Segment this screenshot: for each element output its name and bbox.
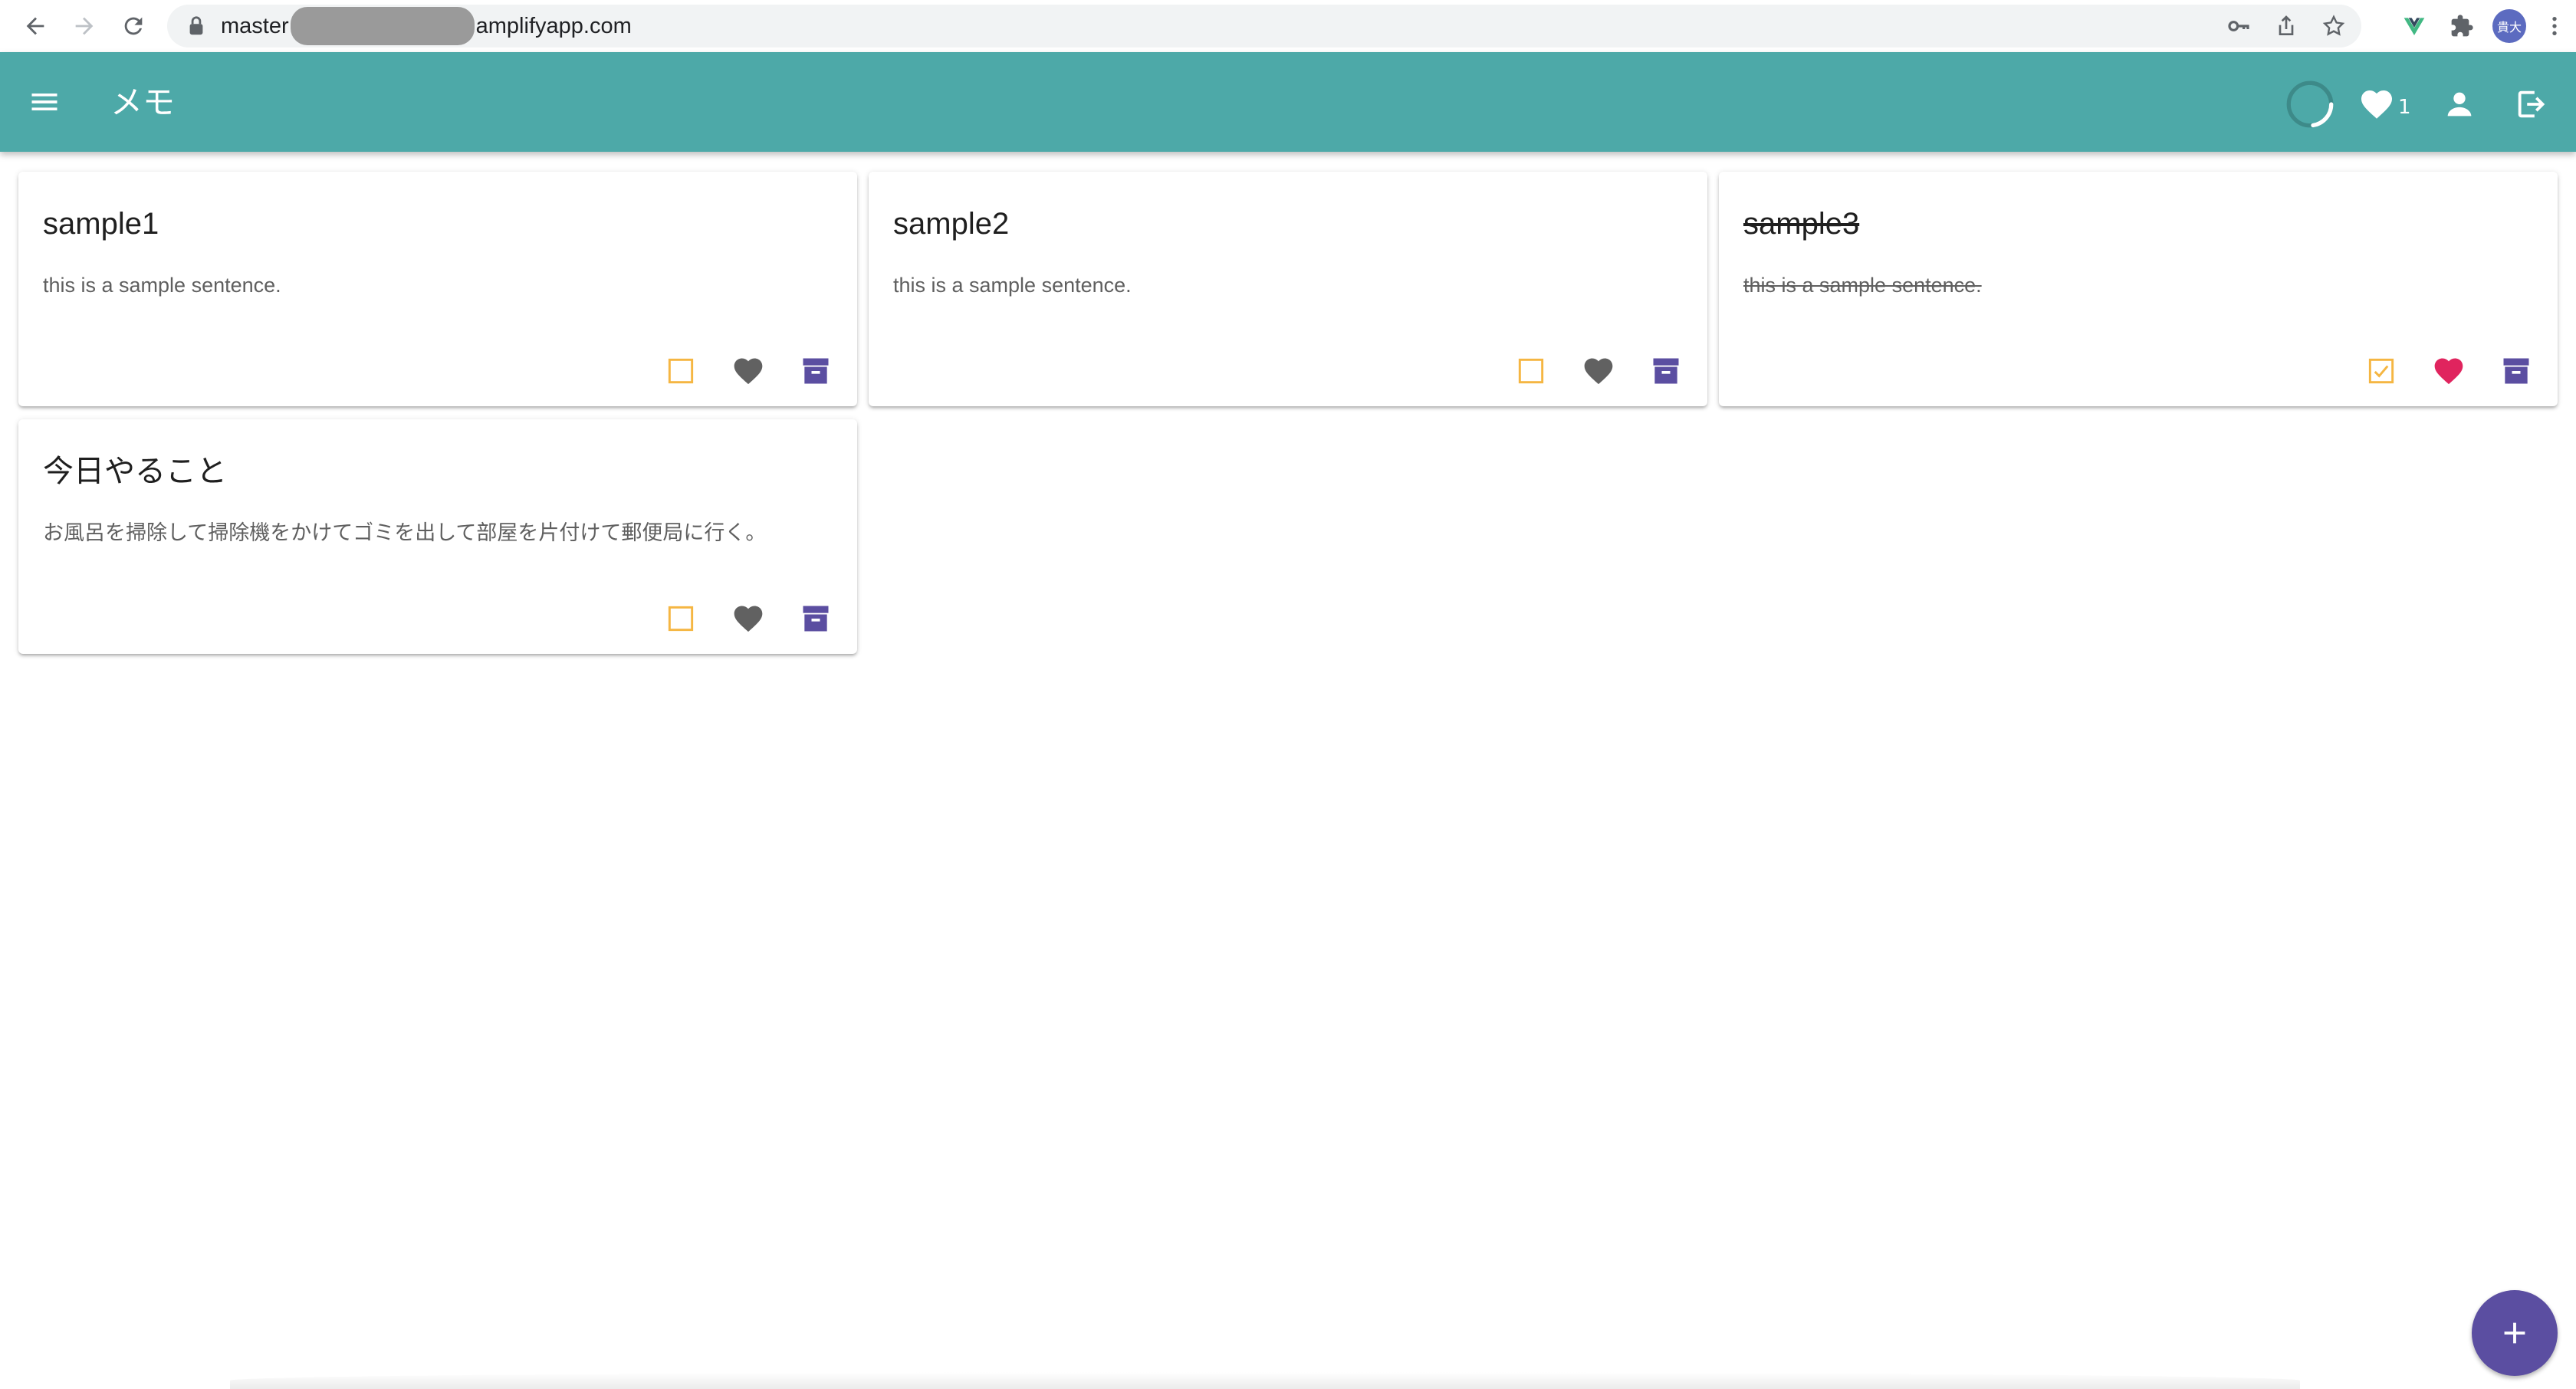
browser-toolbar: master amplifyapp.com 貴大 — [0, 0, 2576, 52]
favorite-button[interactable] — [722, 594, 774, 643]
checkbox-icon — [668, 358, 694, 384]
extensions-button[interactable] — [2438, 2, 2486, 50]
memo-card[interactable]: sample1 this is a sample sentence. — [18, 172, 857, 406]
plus-icon — [2504, 1322, 2525, 1344]
done-checkbox[interactable] — [655, 594, 707, 643]
heart-icon — [1584, 358, 1613, 385]
memo-text: this is a sample sentence. — [893, 274, 1132, 297]
heart-icon — [734, 606, 763, 632]
back-button[interactable] — [18, 9, 52, 43]
archive-button[interactable] — [2490, 346, 2542, 396]
nav-menu-button[interactable] — [23, 80, 66, 123]
favorite-button[interactable] — [1572, 346, 1625, 396]
logout-icon — [2518, 90, 2545, 118]
archive-icon — [803, 358, 829, 384]
done-checkbox[interactable] — [655, 346, 707, 396]
menu-icon — [31, 94, 58, 110]
memo-title: sample2 — [893, 207, 1010, 241]
avatar: 貴大 — [2492, 9, 2526, 43]
arrow-right-icon — [75, 17, 94, 35]
bottom-shadow — [230, 1372, 2300, 1389]
vue-icon — [2404, 18, 2425, 35]
page-title: メモ — [110, 84, 176, 121]
favorite-button[interactable] — [2423, 346, 2475, 396]
archive-icon — [1653, 358, 1679, 384]
puzzle-icon — [2451, 15, 2473, 37]
profile-button[interactable]: 貴大 — [2486, 2, 2533, 50]
favorite-button[interactable] — [722, 346, 774, 396]
arrow-left-icon — [26, 17, 44, 35]
memo-card[interactable]: 今日やること お風呂を掃除して掃除機をかけてゴミを出して部屋を片付けて郵便局に行… — [18, 419, 857, 654]
memo-card[interactable]: sample3 this is a sample sentence. — [1719, 172, 2558, 406]
forward-button[interactable] — [67, 9, 101, 43]
memo-title: 今日やること — [43, 455, 227, 488]
url-text: master amplifyapp.com — [221, 7, 632, 45]
done-checkbox[interactable] — [1505, 346, 1557, 396]
more-vertical-icon — [2552, 17, 2557, 35]
heart-icon — [2434, 358, 2463, 385]
account-button[interactable] — [2438, 83, 2481, 126]
archive-icon — [803, 606, 829, 632]
memo-title: sample1 — [43, 207, 159, 241]
lock-icon — [189, 16, 203, 35]
reload-icon — [124, 17, 143, 35]
memo-text: this is a sample sentence. — [1743, 274, 1982, 297]
archive-button[interactable] — [1640, 346, 1692, 396]
share-icon[interactable] — [2274, 14, 2298, 38]
heart-icon — [734, 358, 763, 385]
vue-devtools-extension[interactable] — [2390, 2, 2438, 50]
archive-button[interactable] — [790, 594, 842, 643]
heart-icon — [2361, 90, 2392, 119]
logout-button[interactable] — [2510, 83, 2553, 126]
checkbox-icon — [1518, 358, 1544, 384]
star-icon[interactable] — [2321, 14, 2346, 38]
memo-text: お風呂を掃除して掃除機をかけてゴミを出して部屋を片付けて郵便局に行く。 — [43, 521, 767, 544]
archive-icon — [2503, 358, 2529, 384]
favorites-count-badge: 1 — [2398, 96, 2411, 119]
address-bar[interactable]: master amplifyapp.com — [167, 5, 2361, 48]
url-redacted — [290, 7, 475, 45]
browser-menu-button[interactable] — [2533, 2, 2576, 50]
memo-text: this is a sample sentence. — [43, 274, 281, 297]
checkbox-checked-icon — [2368, 358, 2394, 384]
key-icon[interactable] — [2226, 14, 2251, 38]
reload-button[interactable] — [117, 9, 150, 43]
url-suffix: amplifyapp.com — [475, 13, 632, 38]
url-prefix: master — [221, 13, 289, 38]
favorites-button[interactable]: 1 — [2358, 83, 2411, 126]
archive-button[interactable] — [790, 346, 842, 396]
loading-spinner — [2286, 80, 2334, 128]
account-icon — [2447, 92, 2472, 117]
memo-card[interactable]: sample2 this is a sample sentence. — [869, 172, 1707, 406]
memo-title: sample3 — [1743, 207, 1860, 241]
done-checkbox[interactable] — [2355, 346, 2407, 396]
checkbox-icon — [668, 606, 694, 632]
app-bar: メモ 1 — [0, 52, 2576, 152]
add-memo-button[interactable] — [2472, 1290, 2558, 1376]
